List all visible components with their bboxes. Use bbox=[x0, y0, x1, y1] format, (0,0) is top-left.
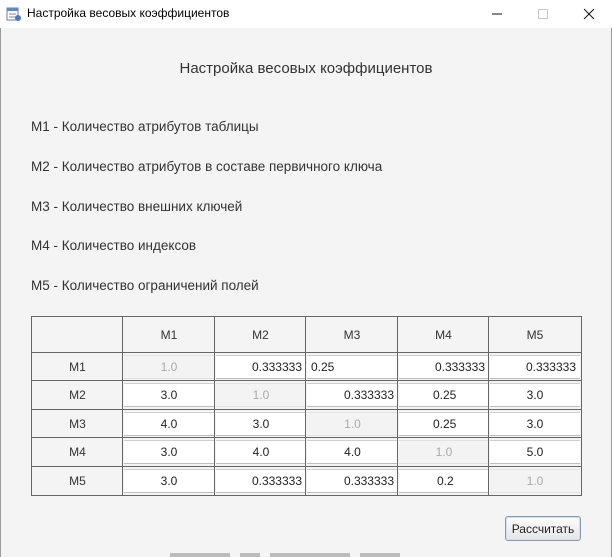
column-header-m5: M5 bbox=[526, 327, 544, 342]
weight-field-m4-m5[interactable]: 5.0 bbox=[490, 440, 580, 464]
legend-m5: M5 - Количество ограничений полей bbox=[31, 278, 259, 293]
weight-matrix: M1 M2 M3 M4 M5 M1 M2 M3 M4 M5 1.0 0.3333… bbox=[31, 316, 582, 496]
page-heading: Настройка весовых коэффициентов bbox=[179, 60, 433, 77]
matrix-corner-cell bbox=[32, 317, 123, 352]
legend-m3: M3 - Количество внешних ключей bbox=[31, 199, 243, 214]
weight-field-m1-m5[interactable]: 0.333333 bbox=[490, 355, 580, 379]
grid-line bbox=[214, 317, 215, 495]
weight-field-m2-m2: 1.0 bbox=[216, 383, 306, 407]
row-header-m3: M3 bbox=[69, 417, 86, 431]
grid-line bbox=[32, 437, 581, 438]
weight-field-m4-m3[interactable]: 4.0 bbox=[307, 440, 398, 464]
maximize-icon bbox=[538, 9, 548, 19]
row-header-m2: M2 bbox=[69, 388, 86, 402]
weight-field-m2-m5[interactable]: 3.0 bbox=[490, 383, 580, 407]
column-header-m1: M1 bbox=[160, 327, 178, 342]
weight-field-m1-m2[interactable]: 0.333333 bbox=[216, 355, 306, 379]
weight-field-m2-m4[interactable]: 0.25 bbox=[399, 383, 489, 407]
weight-field-m3-m1[interactable]: 4.0 bbox=[124, 412, 214, 436]
weight-field-m5-m2[interactable]: 0.333333 bbox=[216, 469, 306, 493]
close-icon bbox=[583, 8, 595, 20]
weight-field-m5-m1[interactable]: 3.0 bbox=[124, 469, 214, 493]
grid-line bbox=[32, 466, 581, 467]
weight-field-m4-m2[interactable]: 4.0 bbox=[216, 440, 306, 464]
window-title: Настройка весовых коэффициентов bbox=[27, 6, 230, 20]
legend-m1: M1 - Количество атрибутов таблицы bbox=[31, 119, 259, 134]
weight-field-m3-m5[interactable]: 3.0 bbox=[490, 412, 580, 436]
row-header-m5: M5 bbox=[69, 474, 86, 488]
grid-line bbox=[32, 409, 581, 410]
row-header-m1: M1 bbox=[69, 360, 86, 374]
weight-field-m5-m5: 1.0 bbox=[490, 469, 580, 493]
weight-field-m5-m3[interactable]: 0.333333 bbox=[307, 469, 398, 493]
weight-field-m1-m1: 1.0 bbox=[124, 355, 214, 379]
grid-line bbox=[32, 352, 581, 353]
calculate-button[interactable]: Рассчитать bbox=[505, 516, 581, 541]
column-header-m2: M2 bbox=[252, 327, 269, 342]
maximize-button[interactable] bbox=[520, 0, 566, 28]
weight-field-m4-m1[interactable]: 3.0 bbox=[124, 440, 214, 464]
minimize-icon bbox=[492, 13, 502, 15]
column-header-m4: M4 bbox=[435, 327, 452, 342]
grid-line bbox=[32, 380, 581, 381]
minimize-button[interactable] bbox=[474, 0, 520, 28]
close-button[interactable] bbox=[566, 0, 612, 28]
grid-line bbox=[397, 317, 398, 495]
app-window-icon bbox=[6, 7, 21, 21]
column-header-m3: M3 bbox=[343, 327, 361, 342]
row-header-m4: M4 bbox=[69, 445, 86, 459]
weight-field-m5-m4[interactable]: 0.2 bbox=[399, 469, 489, 493]
weight-field-m1-m3[interactable]: 0.25 bbox=[307, 355, 398, 379]
weight-field-m4-m4: 1.0 bbox=[399, 440, 489, 464]
grid-line bbox=[305, 317, 306, 495]
weight-field-m3-m4[interactable]: 0.25 bbox=[399, 412, 489, 436]
legend-m4: M4 - Количество индексов bbox=[31, 238, 197, 253]
weight-field-m3-m2[interactable]: 3.0 bbox=[216, 412, 306, 436]
title-bar: Настройка весовых коэффициентов bbox=[0, 0, 612, 28]
grid-line bbox=[122, 317, 123, 495]
window-frame-left bbox=[0, 28, 1, 557]
weight-field-m1-m4[interactable]: 0.333333 bbox=[399, 355, 489, 379]
grid-line bbox=[488, 317, 489, 495]
weight-field-m3-m3: 1.0 bbox=[307, 412, 398, 436]
weight-field-m2-m3[interactable]: 0.333333 bbox=[307, 383, 398, 407]
legend-m2: M2 - Количество атрибутов в составе перв… bbox=[31, 159, 383, 174]
weight-field-m2-m1[interactable]: 3.0 bbox=[124, 383, 214, 407]
hidden-content-edge bbox=[170, 553, 400, 557]
